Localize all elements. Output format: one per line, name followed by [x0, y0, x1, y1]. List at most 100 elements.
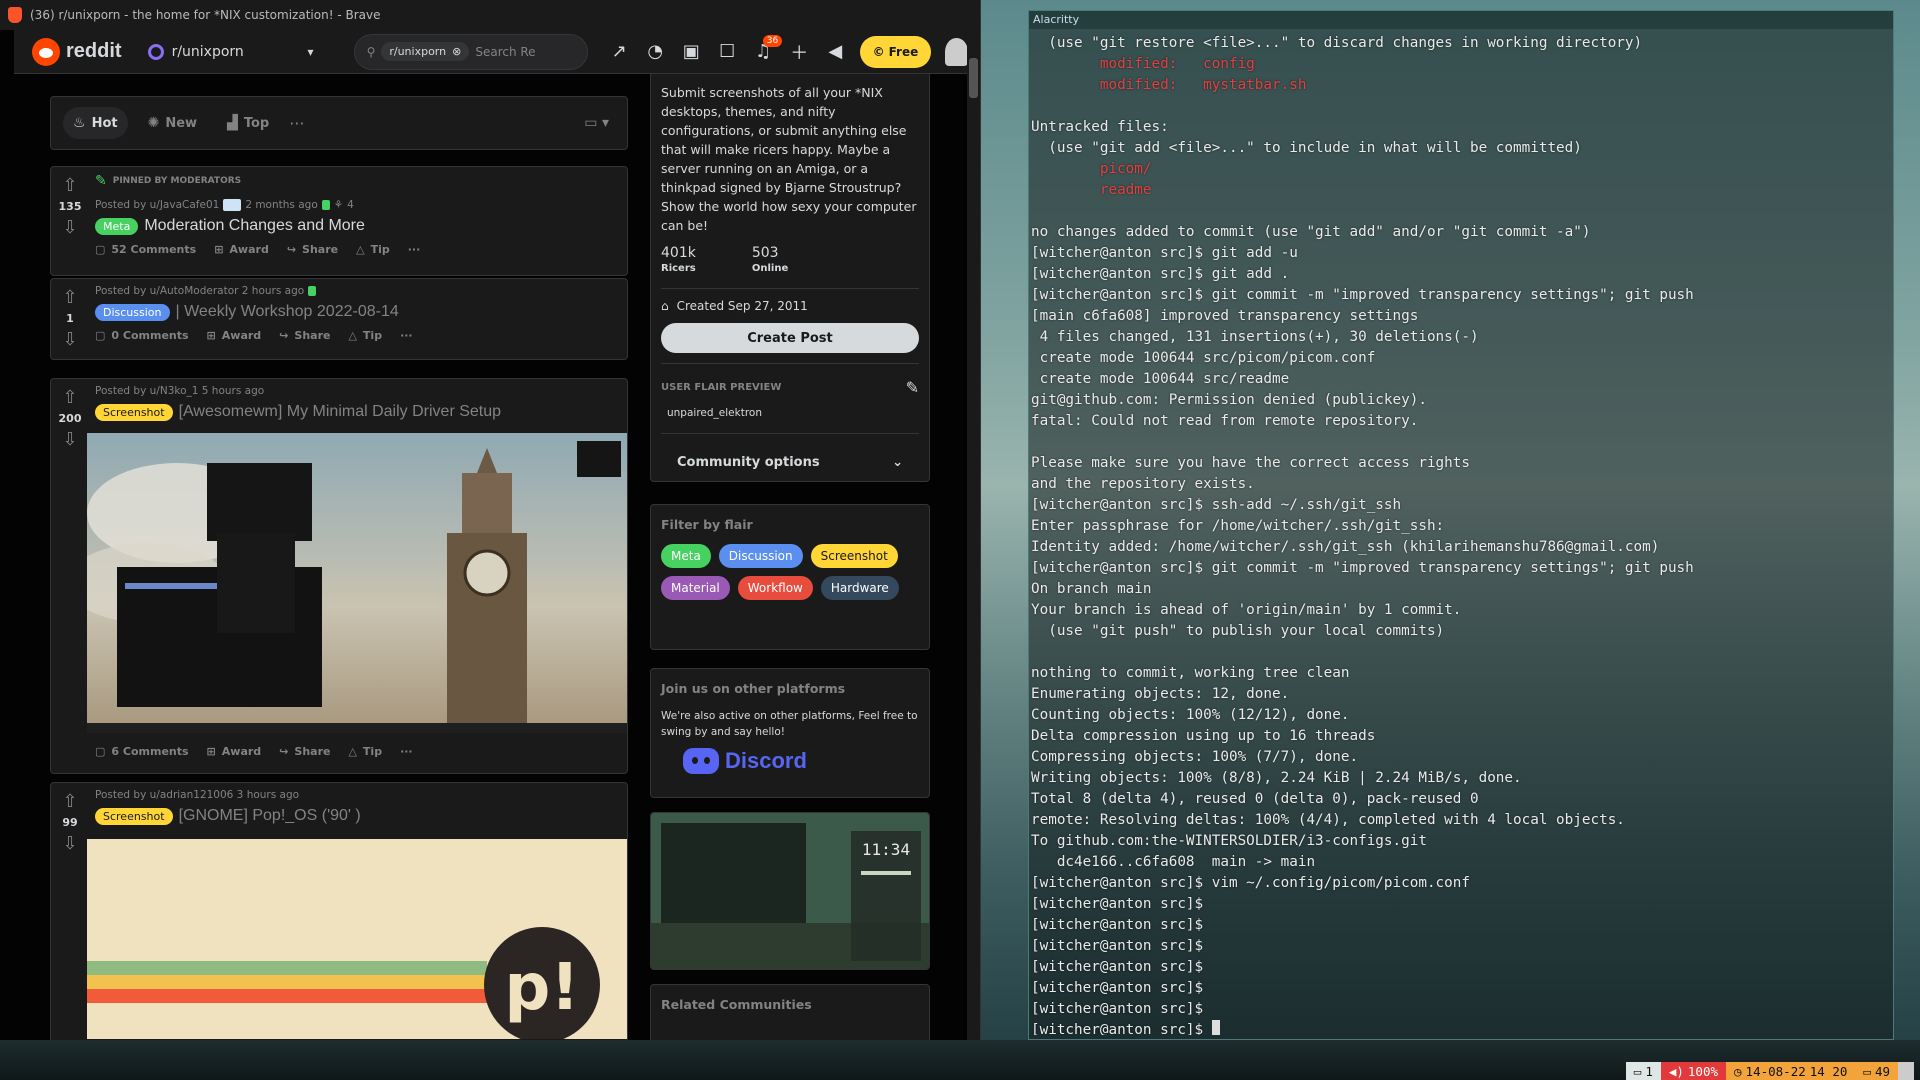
tip-button[interactable]: △ Tip [348, 329, 382, 342]
terminal-line: Total 8 (delta 4), reused 0 (delta 0), p… [1031, 791, 1479, 807]
terminal-line: git@github.com: Permission denied (publi… [1031, 392, 1427, 408]
more-options-icon[interactable]: ··· [400, 745, 413, 758]
subreddit-switcher[interactable]: r/unixporn ▾ [147, 43, 314, 60]
award-button[interactable]: ⊞ Award [207, 329, 262, 342]
more-options-icon[interactable]: ··· [400, 329, 413, 342]
terminal-output[interactable]: (use "git restore <file>..." to discard … [1031, 33, 1889, 1035]
share-button[interactable]: ↪ Share [287, 243, 338, 256]
post-flair[interactable]: Screenshot [95, 403, 173, 421]
post-title[interactable]: [Awesomewm] My Minimal Daily Driver Setu… [179, 403, 501, 421]
terminal-line: [witcher@anton src]$ [1031, 1001, 1204, 1017]
upvote-icon[interactable]: ⇧ [62, 175, 77, 196]
pencil-icon[interactable]: ✎ [906, 378, 919, 397]
terminal-line: Delta compression using up to 16 threads [1031, 728, 1376, 744]
notification-bell-icon[interactable]: ♫ 36 [752, 34, 783, 63]
award-button[interactable]: ⊞ Award [214, 243, 269, 256]
downvote-icon[interactable]: ⇩ [62, 217, 77, 238]
sort-new-label: New [165, 115, 198, 131]
post-card[interactable]: ⇧ 99 ⇩ Posted by u/adrian121006 3 hours … [50, 782, 628, 1040]
post-flair[interactable]: Discussion [95, 303, 170, 321]
sort-top-button[interactable]: ▟ Top [217, 107, 279, 139]
terminal-line: On branch main [1031, 581, 1152, 597]
volume-block[interactable]: ◀) 100% [1660, 1062, 1727, 1080]
downvote-icon[interactable]: ⇩ [62, 329, 77, 350]
share-button[interactable]: ↪ Share [279, 329, 330, 342]
share-button[interactable]: ↪ Share [279, 745, 330, 758]
flair-filter-material[interactable]: Material [661, 576, 730, 600]
filter-by-flair-title: Filter by flair [661, 517, 753, 532]
flair-filter-meta[interactable]: Meta [661, 544, 711, 568]
scrollbar-thumb[interactable] [969, 58, 978, 98]
sort-bar: ♨ Hot ✺ New ▟ Top ··· ▭ ▾ [50, 96, 628, 150]
terminal-line: [witcher@anton src]$ ssh-add ~/.ssh/git_… [1031, 497, 1402, 513]
reddit-logo[interactable]: reddit [32, 37, 122, 66]
discord-link[interactable]: Discord [651, 740, 929, 782]
flair-filter-workflow[interactable]: Workflow [737, 576, 813, 600]
create-post-plus-icon[interactable]: ＋ [788, 41, 810, 64]
comments-button[interactable]: ▢ 0 Comments [95, 329, 189, 342]
sort-more-button[interactable]: ··· [289, 114, 304, 133]
custom-feed-icon[interactable]: ▣ [680, 41, 702, 63]
create-post-button[interactable]: Create Post [661, 323, 919, 353]
post-meta: Posted by u/JavaCafe01 2 months ago ⚘ 4 [95, 199, 619, 211]
featured-screenshot-card[interactable]: 11:34 [650, 812, 930, 970]
post-flair[interactable]: Screenshot [95, 807, 173, 825]
post-card[interactable]: ⇧ 200 ⇩ Posted by u/N3ko_1 5 hours ago S… [50, 378, 628, 774]
terminal-line: create mode 100644 src/readme [1031, 371, 1290, 387]
post-body: Posted by u/N3ko_1 5 hours ago Screensho… [95, 385, 619, 421]
layout-toggle-icon[interactable]: ▭ ▾ [584, 115, 609, 131]
post-author[interactable]: Posted by u/JavaCafe01 [95, 199, 219, 211]
comments-button[interactable]: ▢ 52 Comments [95, 243, 196, 256]
post-card[interactable]: ⇧ 135 ⇩ ✎ PINNED BY MODERATORS Posted by … [50, 166, 628, 276]
subreddit-name: r/unixporn [171, 43, 244, 60]
all-icon[interactable]: ◔ [644, 41, 666, 63]
terminal-line: [witcher@anton src]$ git add . [1031, 266, 1290, 282]
post-author[interactable]: Posted by u/N3ko_1 5 hours ago [95, 385, 264, 397]
popos-wallpaper-image: p! [87, 839, 627, 1040]
close-icon[interactable]: ⊗ [452, 45, 461, 58]
post-author[interactable]: Posted by u/AutoModerator 2 hours ago [95, 285, 304, 297]
community-options-toggle[interactable]: Community options ⌄ [651, 444, 929, 480]
workspace-block[interactable]: ▭ 1 [1625, 1062, 1661, 1080]
post-title[interactable]: | Weekly Workshop 2022-08-14 [176, 303, 399, 321]
chat-icon[interactable]: ☐ [716, 41, 738, 63]
downvote-icon[interactable]: ⇩ [62, 833, 77, 854]
sort-new-button[interactable]: ✺ New [138, 107, 207, 139]
alacritty-window[interactable]: Alacritty (use "git restore <file>..." t… [1028, 10, 1894, 1040]
reddit-logo-text: reddit [66, 40, 122, 62]
award-button[interactable]: ⊞ Award [207, 745, 262, 758]
post-image[interactable]: p! [87, 839, 627, 1040]
upvote-icon[interactable]: ⇧ [62, 387, 77, 408]
post-title[interactable]: Moderation Changes and More [144, 217, 365, 235]
advertise-megaphone-icon[interactable]: ◀ [824, 41, 846, 63]
more-options-icon[interactable]: ··· [408, 243, 421, 256]
vote-count: 200 [58, 412, 82, 425]
post-card[interactable]: ⇧ 1 ⇩ Posted by u/AutoModerator 2 hours … [50, 278, 628, 360]
popular-icon[interactable]: ↗ [608, 41, 630, 63]
downvote-icon[interactable]: ⇩ [62, 429, 77, 450]
post-body: Posted by u/adrian121006 3 hours ago Scr… [95, 789, 619, 825]
post-image[interactable] [67, 433, 627, 733]
flair-filter-screenshot[interactable]: Screenshot [810, 544, 898, 568]
signal-icon [1898, 1062, 1914, 1080]
flair-filter-hardware[interactable]: Hardware [820, 576, 899, 600]
tip-button[interactable]: △ Tip [348, 745, 382, 758]
post-author[interactable]: Posted by u/adrian121006 3 hours ago [95, 789, 299, 801]
user-avatar[interactable] [944, 37, 968, 66]
search-scope-chip[interactable]: r/unixporn ⊗ [381, 42, 470, 61]
sort-hot-button[interactable]: ♨ Hot [63, 107, 128, 139]
post-feed: ♨ Hot ✺ New ▟ Top ··· ▭ ▾ ⇧ 135 ⇩ ✎ PINNED B… [50, 74, 628, 1040]
premium-free-button[interactable]: © Free [860, 35, 931, 68]
post-title[interactable]: [GNOME] Pop!_OS ('90' ) [179, 807, 361, 825]
terminal-prompt-line[interactable]: [witcher@anton src]$ [1031, 1020, 1889, 1035]
flair-filter-discussion[interactable]: Discussion [718, 544, 803, 568]
sort-top-label: Top [243, 115, 270, 131]
comments-button[interactable]: ▢ 6 Comments [95, 745, 189, 758]
upvote-icon[interactable]: ⇧ [62, 791, 77, 812]
tip-button[interactable]: △ Tip [356, 243, 390, 256]
browser-scrollbar[interactable] [967, 30, 980, 1040]
upvote-icon[interactable]: ⇧ [62, 287, 77, 308]
post-flair[interactable]: Meta [95, 217, 139, 235]
search-input[interactable]: ⚲ r/unixporn ⊗ Search Re [353, 33, 589, 70]
discord-icon [683, 748, 719, 774]
